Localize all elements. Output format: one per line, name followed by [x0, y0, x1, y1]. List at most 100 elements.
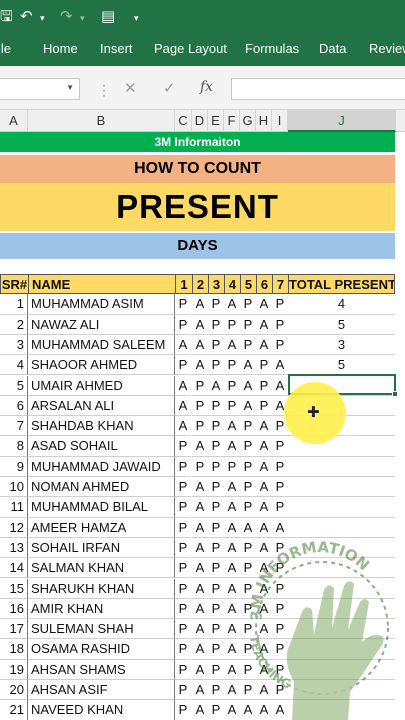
sr-cell[interactable]: 13: [0, 537, 28, 559]
column-header-c[interactable]: C: [175, 110, 192, 132]
column-header-a[interactable]: A: [0, 110, 28, 132]
name-cell[interactable]: OSAMA RASHID: [28, 639, 175, 660]
name-cell[interactable]: AHSAN ASIF: [28, 680, 175, 701]
day-3-cell[interactable]: P: [208, 700, 224, 720]
day-2-cell[interactable]: A: [192, 335, 208, 356]
name-cell[interactable]: SULEMAN SHAH: [28, 619, 175, 640]
day-2-cell[interactable]: A: [192, 315, 208, 335]
sr-cell[interactable]: 4: [0, 355, 28, 376]
day-4-cell[interactable]: P: [224, 396, 240, 417]
day-7-cell[interactable]: P: [272, 477, 288, 498]
day-6-cell[interactable]: A: [256, 457, 272, 477]
undo-dropdown-icon[interactable]: ▾: [40, 9, 45, 29]
day-7-cell[interactable]: P: [272, 436, 288, 457]
customize-qat-icon[interactable]: ▾: [134, 9, 139, 29]
day-4-cell[interactable]: A: [224, 436, 240, 457]
sr-cell[interactable]: 7: [0, 416, 28, 437]
tab-formulas[interactable]: Formulas: [245, 41, 299, 56]
day-2-cell[interactable]: P: [192, 396, 208, 417]
sr-cell[interactable]: 9: [0, 456, 28, 477]
day-4-cell[interactable]: A: [224, 477, 240, 498]
header-sr[interactable]: SR#: [0, 274, 29, 295]
sr-cell[interactable]: 3: [0, 334, 28, 356]
day-5-cell[interactable]: A: [240, 376, 256, 396]
day-5-cell[interactable]: A: [240, 396, 256, 417]
day-3-cell[interactable]: P: [208, 315, 224, 335]
day-4-cell[interactable]: A: [224, 416, 240, 437]
day-7-cell[interactable]: P: [272, 457, 288, 477]
day-1-cell[interactable]: P: [175, 558, 191, 579]
tab-page-layout[interactable]: Page Layout: [154, 41, 227, 56]
sr-cell[interactable]: 20: [0, 680, 28, 701]
sr-cell[interactable]: 14: [0, 558, 28, 579]
day-5-cell[interactable]: P: [240, 477, 256, 498]
day-1-cell[interactable]: P: [175, 315, 191, 335]
day-6-cell[interactable]: P: [256, 376, 272, 396]
day-2-cell[interactable]: A: [192, 680, 208, 701]
day-6-cell[interactable]: A: [256, 436, 272, 457]
day-1-cell[interactable]: P: [175, 538, 191, 559]
day-6-cell[interactable]: A: [256, 294, 272, 315]
brand-banner[interactable]: 3M Informaiton: [0, 132, 395, 152]
header-total-present[interactable]: TOTAL PRESENT: [288, 274, 395, 295]
header-day-6[interactable]: 6: [256, 274, 273, 295]
day-7-cell[interactable]: A: [272, 376, 288, 396]
total-present-cell[interactable]: 5: [288, 315, 395, 335]
sr-cell[interactable]: 16: [0, 598, 28, 620]
title-line-1[interactable]: HOW TO COUNT: [0, 155, 395, 183]
column-header-e[interactable]: E: [208, 110, 224, 132]
total-present-cell[interactable]: 5: [288, 355, 395, 376]
day-3-cell[interactable]: P: [208, 457, 224, 477]
name-cell[interactable]: MUHAMMAD SALEEM: [28, 334, 175, 356]
name-cell[interactable]: AHSAN SHAMS: [28, 659, 175, 680]
total-present-cell[interactable]: [288, 497, 395, 518]
day-2-cell[interactable]: A: [192, 477, 208, 498]
day-4-cell[interactable]: P: [224, 315, 240, 335]
sr-cell[interactable]: 18: [0, 639, 28, 660]
day-5-cell[interactable]: P: [240, 497, 256, 518]
day-3-cell[interactable]: P: [208, 416, 224, 437]
day-2-cell[interactable]: A: [192, 355, 208, 376]
day-3-cell[interactable]: P: [208, 518, 224, 538]
header-day-2[interactable]: 2: [192, 274, 209, 295]
day-6-cell[interactable]: A: [256, 416, 272, 437]
day-2-cell[interactable]: A: [192, 639, 208, 660]
name-cell[interactable]: MUHAMMAD JAWAID: [28, 456, 175, 477]
name-cell[interactable]: AMIR KHAN: [28, 598, 175, 620]
day-3-cell[interactable]: P: [208, 558, 224, 579]
day-4-cell[interactable]: P: [224, 376, 240, 396]
column-header-h[interactable]: H: [256, 110, 272, 132]
day-3-cell[interactable]: P: [208, 639, 224, 660]
day-3-cell[interactable]: P: [208, 579, 224, 599]
day-7-cell[interactable]: P: [272, 315, 288, 335]
day-1-cell[interactable]: P: [175, 355, 191, 376]
name-cell[interactable]: MUHAMMAD ASIM: [28, 294, 175, 315]
day-1-cell[interactable]: P: [175, 579, 191, 599]
redo-icon[interactable]: ↷: [60, 6, 73, 26]
day-7-cell[interactable]: A: [272, 355, 288, 376]
title-line-2[interactable]: PRESENT: [0, 183, 395, 231]
day-1-cell[interactable]: A: [175, 376, 191, 396]
day-2-cell[interactable]: A: [192, 599, 208, 620]
day-5-cell[interactable]: P: [240, 335, 256, 356]
day-1-cell[interactable]: P: [175, 518, 191, 538]
day-1-cell[interactable]: P: [175, 497, 191, 518]
day-6-cell[interactable]: P: [256, 355, 272, 376]
day-2-cell[interactable]: P: [192, 416, 208, 437]
sr-cell[interactable]: 8: [0, 436, 28, 457]
name-box-dropdown-icon[interactable]: ▼: [66, 83, 74, 92]
total-present-cell[interactable]: 3: [288, 335, 395, 356]
day-3-cell[interactable]: P: [208, 660, 224, 680]
name-cell[interactable]: ARSALAN ALI: [28, 395, 175, 417]
column-header-f[interactable]: F: [224, 110, 240, 132]
header-day-4[interactable]: 4: [224, 274, 241, 295]
day-5-cell[interactable]: P: [240, 436, 256, 457]
day-1-cell[interactable]: P: [175, 660, 191, 680]
name-box[interactable]: ▼: [0, 78, 80, 100]
day-3-cell[interactable]: P: [208, 294, 224, 315]
day-2-cell[interactable]: A: [192, 436, 208, 457]
day-1-cell[interactable]: P: [175, 436, 191, 457]
save-icon[interactable]: 🖫: [0, 6, 13, 26]
name-cell[interactable]: SHAHDAB KHAN: [28, 416, 175, 437]
day-4-cell[interactable]: P: [224, 457, 240, 477]
